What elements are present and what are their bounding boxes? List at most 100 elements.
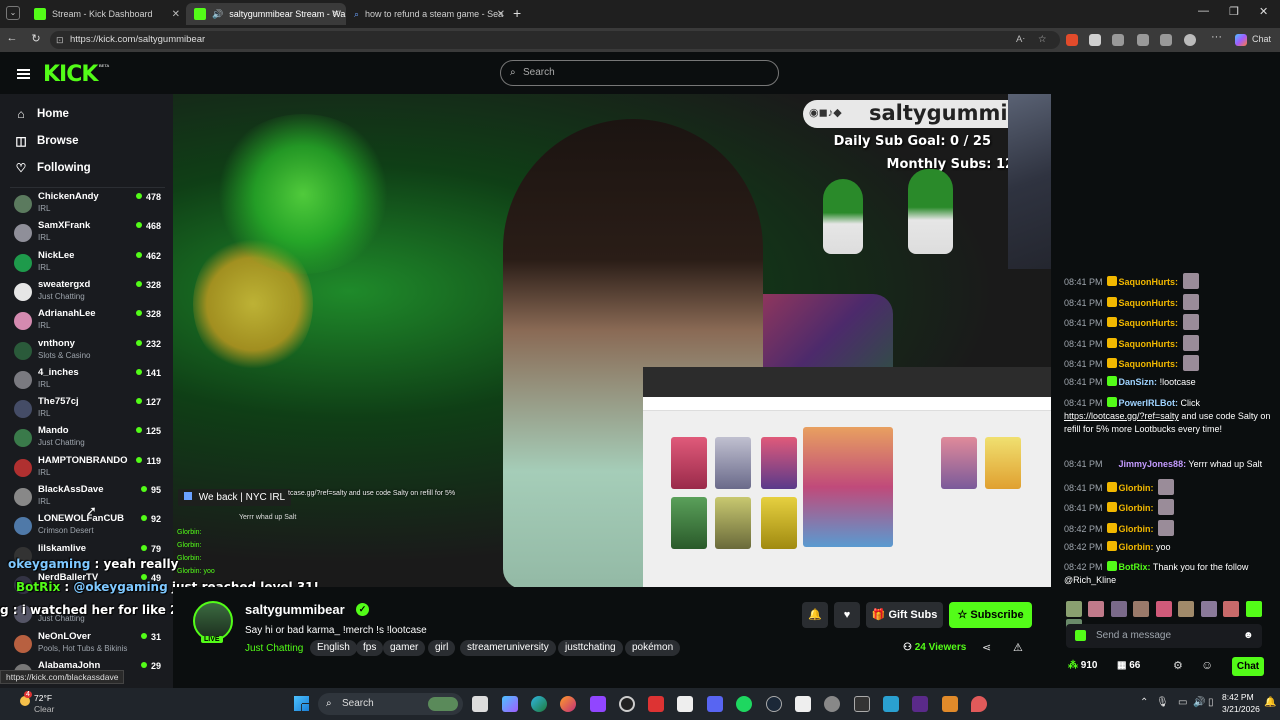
gift-subs-button[interactable]: 🎁 Gift Subs: [866, 602, 943, 628]
back-button[interactable]: ←: [4, 32, 20, 44]
chat-link[interactable]: https://lootcase.gg/?ref=salty: [1064, 411, 1179, 421]
copilot-icon[interactable]: [1235, 34, 1247, 46]
chat-username[interactable]: JimmyJones88:: [1119, 459, 1187, 469]
maps-app-icon[interactable]: [971, 696, 987, 712]
chat-settings-icon[interactable]: ⚙: [1173, 659, 1183, 672]
discord-app-icon[interactable]: [707, 696, 723, 712]
emote-icon[interactable]: [1110, 601, 1127, 617]
chat-username[interactable]: DanSizn:: [1119, 377, 1158, 387]
clock-time[interactable]: 8:42 PM: [1222, 692, 1254, 702]
app-icon[interactable]: [648, 696, 664, 712]
search-input[interactable]: ⌕ Search: [500, 60, 779, 86]
stream-tag[interactable]: streameruniversity: [460, 640, 556, 656]
copilot-chat-label[interactable]: Chat: [1252, 34, 1271, 44]
music-app-icon[interactable]: [677, 696, 693, 712]
subscribe-button[interactable]: ☆ Subscribe: [949, 602, 1032, 628]
read-aloud-icon[interactable]: Aᐧ: [1016, 31, 1025, 49]
share-icon[interactable]: ⋖: [982, 641, 991, 654]
stream-category[interactable]: Just Chatting: [245, 643, 303, 654]
sidebar-channel[interactable]: ChickenAndy IRL 478: [14, 191, 169, 220]
new-tab-button[interactable]: +: [513, 5, 521, 21]
split-screen-icon[interactable]: [1160, 34, 1172, 46]
edge-app-icon[interactable]: [531, 696, 547, 712]
extensions-icon[interactable]: [1112, 34, 1124, 46]
chat-username[interactable]: SaquonHurts:: [1119, 298, 1179, 308]
gift-count[interactable]: ▦ 66: [1117, 660, 1140, 671]
favorite-star-icon[interactable]: ☆: [1038, 31, 1047, 49]
emote-icon[interactable]: [1245, 601, 1262, 617]
fx-app-icon[interactable]: [912, 696, 928, 712]
sidebar-channel[interactable]: NeOnLOver Pools, Hot Tubs & Bikinis 31: [14, 631, 169, 660]
emote-icon[interactable]: [1223, 601, 1240, 617]
chat-username[interactable]: Glorbin:: [1119, 503, 1154, 513]
kick-logo[interactable]: KICK: [43, 62, 98, 87]
stream-tag[interactable]: English: [310, 640, 357, 656]
close-tab-icon[interactable]: ✕: [172, 9, 180, 20]
emote-icon[interactable]: [1066, 601, 1082, 617]
notification-bell-button[interactable]: 🔔: [802, 602, 828, 628]
sidebar-channel[interactable]: 4_inches IRL 141: [14, 367, 169, 396]
url-field[interactable]: ⊡ https://kick.com/saltygummibear Aᐧ ☆: [50, 31, 1060, 49]
volume-icon[interactable]: 🔊: [1193, 697, 1205, 708]
stream-tag[interactable]: pokémon: [625, 640, 681, 656]
close-tab-icon[interactable]: ✕: [332, 9, 340, 20]
tray-chevron-icon[interactable]: ⌃: [1140, 697, 1148, 708]
network-icon[interactable]: ▭: [1178, 697, 1187, 708]
chat-username[interactable]: SaquonHurts:: [1119, 339, 1179, 349]
app-icon[interactable]: [942, 696, 958, 712]
app-icon[interactable]: [883, 696, 899, 712]
chat-username[interactable]: Glorbin:: [1119, 524, 1154, 534]
start-button-icon[interactable]: [294, 696, 309, 711]
mic-icon[interactable]: 🎙: [1156, 697, 1169, 708]
sidebar-item-home[interactable]: ⌂ Home: [15, 107, 69, 121]
chat-username[interactable]: SaquonHurts:: [1119, 359, 1179, 369]
maximize-button[interactable]: ❐: [1229, 5, 1239, 18]
sidebar-channel[interactable]: NickLee IRL 462: [14, 250, 169, 279]
sidebar-channel[interactable]: vnthony Slots & Casino 232: [14, 338, 169, 367]
sidebar-channel[interactable]: sweatergxd Just Chatting 328: [14, 279, 169, 308]
chat-username[interactable]: PowerIRLBot:: [1119, 398, 1179, 408]
emote-icon[interactable]: [1088, 601, 1105, 617]
channel-points[interactable]: ⁂ 910: [1068, 660, 1097, 671]
tab-actions-icon[interactable]: ⌄: [6, 6, 20, 20]
battery-icon[interactable]: ▯: [1208, 697, 1214, 708]
collections-icon[interactable]: [1184, 34, 1196, 46]
chat-username[interactable]: SaquonHurts:: [1119, 277, 1179, 287]
speaker-icon[interactable]: 🔊: [212, 9, 223, 20]
video-player[interactable]: ◉◼♪◆ saltygummibe Daily Sub Goal: 0 / 25…: [173, 94, 1051, 587]
stream-tag[interactable]: gamer: [383, 640, 426, 656]
emoji-icon[interactable]: ☻: [1243, 624, 1254, 648]
clock-date[interactable]: 3/21/2026: [1222, 704, 1260, 714]
chat-emote-picker-icon[interactable]: ☺: [1201, 658, 1213, 672]
settings-app-icon[interactable]: [824, 696, 840, 712]
app-icon[interactable]: [854, 696, 870, 712]
chat-send-button[interactable]: Chat: [1232, 657, 1264, 676]
streamer-name[interactable]: saltygummibear: [245, 602, 345, 617]
chat-username[interactable]: SaquonHurts:: [1119, 318, 1179, 328]
extension-icon[interactable]: [1089, 34, 1101, 46]
streamer-avatar[interactable]: [193, 601, 233, 641]
sidebar-channel[interactable]: The757cj IRL 127: [14, 396, 169, 425]
reload-button[interactable]: ↻: [28, 32, 44, 45]
emote-icon[interactable]: [1200, 601, 1217, 617]
sidebar-channel[interactable]: Mando Just Chatting 125: [14, 425, 169, 454]
tab-kick-dashboard[interactable]: Stream - Kick Dashboard ✕: [26, 3, 186, 25]
chat-username[interactable]: BotRix:: [1119, 562, 1151, 572]
sidebar-channel[interactable]: HAMPTONBRANDO IRL 119: [14, 455, 169, 484]
sidebar-item-browse[interactable]: ◫ Browse: [15, 134, 78, 148]
report-icon[interactable]: ⚠: [1013, 641, 1023, 654]
obs-app-icon[interactable]: [619, 696, 635, 712]
copilot-app-icon[interactable]: [502, 696, 518, 712]
minimize-button[interactable]: —: [1198, 5, 1209, 17]
chat-message-input[interactable]: Send a message ☻: [1066, 624, 1262, 648]
firefox-app-icon[interactable]: [560, 696, 576, 712]
emote-icon[interactable]: [1133, 601, 1150, 617]
sidebar-channel[interactable]: AdrianahLee IRL 328: [14, 308, 169, 337]
app-icon[interactable]: [795, 696, 811, 712]
task-view-icon[interactable]: [472, 696, 488, 712]
emote-icon[interactable]: [1155, 601, 1172, 617]
stream-tag[interactable]: girl: [428, 640, 456, 656]
tab-search[interactable]: ⌕ how to refund a steam game - Sea ✕: [346, 3, 511, 25]
twitch-app-icon[interactable]: [590, 696, 606, 712]
close-window-button[interactable]: ✕: [1259, 5, 1268, 18]
